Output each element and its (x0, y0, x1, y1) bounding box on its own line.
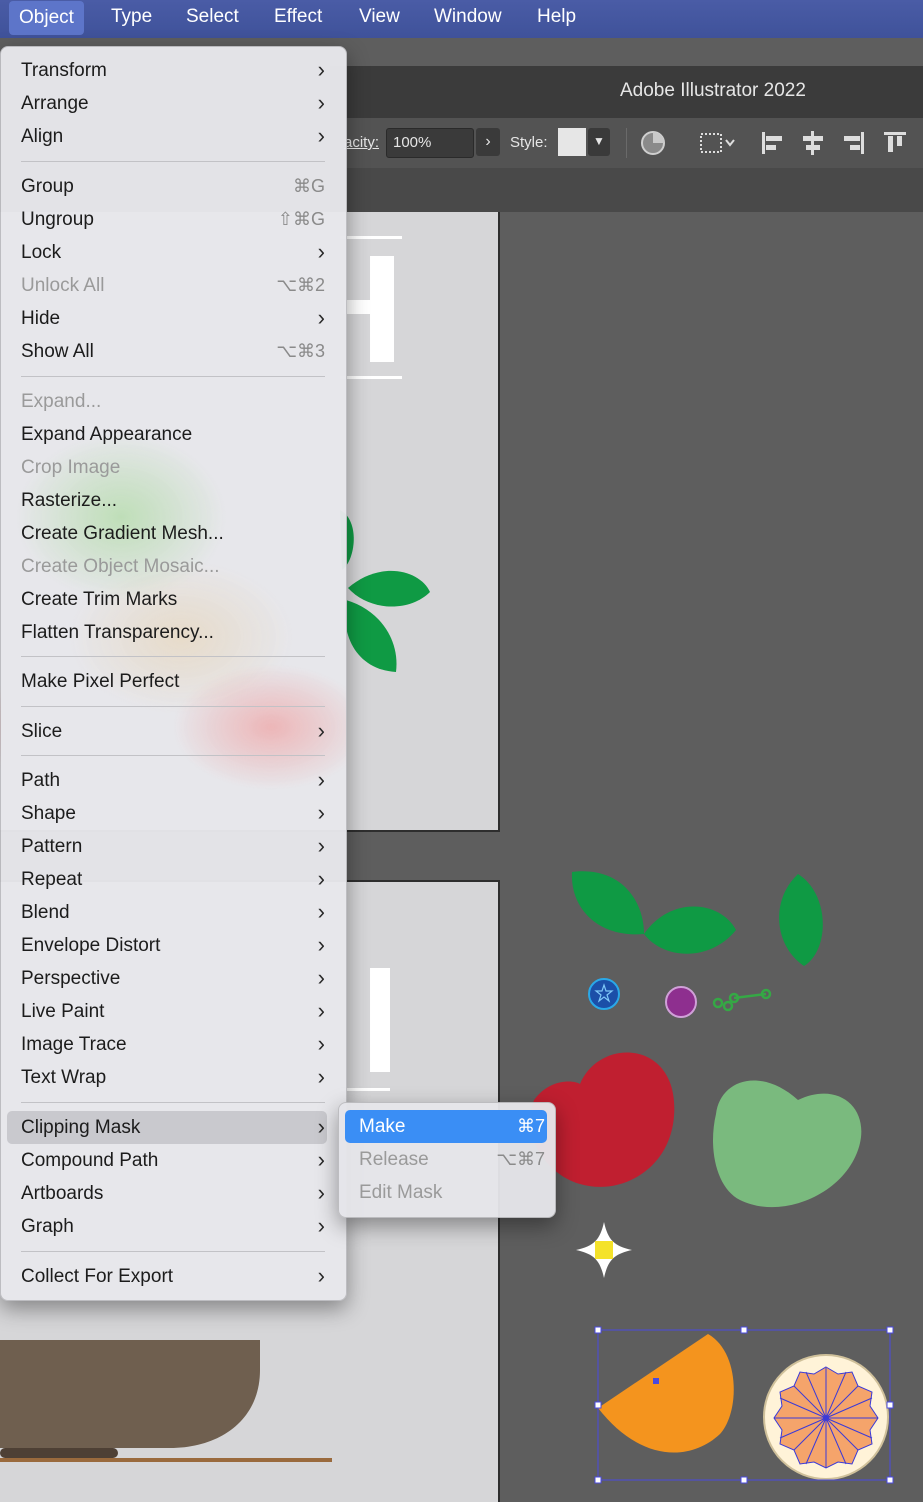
menu-item-slice[interactable]: Slice › (7, 715, 327, 748)
chevron-right-icon: › (317, 123, 325, 148)
menu-item-artboards[interactable]: Artboards › (7, 1177, 327, 1210)
sparkle-art (576, 1222, 632, 1278)
chevron-right-icon: › (317, 1147, 325, 1172)
window-titlebar: Adobe Illustrator 2022 (330, 66, 923, 118)
chevron-right-icon: › (317, 800, 325, 825)
chevron-right-icon: › (317, 833, 325, 858)
submenu-item-edit-mask: Edit Mask (359, 1182, 443, 1203)
menu-separator (21, 1102, 325, 1103)
menu-item-group[interactable]: Group ⌘G (7, 170, 327, 203)
menu-item-hide[interactable]: Hide › (7, 302, 327, 335)
menu-item-expand: Expand... (21, 391, 102, 412)
clipping-mask-submenu: Make ⌘7 Release ⌥⌘7 Edit Mask (338, 1102, 556, 1218)
chevron-right-icon: › (317, 1031, 325, 1056)
menu-item-make-pixel-perfect[interactable]: Make Pixel Perfect (7, 665, 327, 698)
menu-item-align[interactable]: Align › (7, 120, 327, 153)
apple-art (530, 1052, 862, 1208)
chevron-right-icon: › (317, 767, 325, 792)
style-label: Style: (510, 134, 548, 151)
window-title: Adobe Illustrator 2022 (620, 80, 806, 101)
object-menu: Transform › Arrange › Align › Group ⌘G Ungro… (0, 46, 347, 1301)
menu-help[interactable]: Help (527, 0, 586, 36)
menu-item-create-trim-marks[interactable]: Create Trim Marks (7, 583, 327, 616)
menu-item-live-paint[interactable]: Live Paint › (7, 995, 327, 1028)
recolor-artwork-icon[interactable] (640, 130, 666, 156)
style-swatch[interactable] (558, 128, 586, 156)
menu-select[interactable]: Select (176, 0, 249, 36)
chevron-right-icon: › (317, 1263, 325, 1288)
berries-art (588, 978, 772, 1018)
menu-item-rasterize[interactable]: Rasterize... (7, 484, 327, 517)
menu-separator (21, 755, 325, 756)
chevron-right-icon: › (317, 965, 325, 990)
leaves-art (571, 871, 823, 966)
menu-item-show-all[interactable]: Show All ⌥⌘3 (7, 335, 327, 368)
menu-effect[interactable]: Effect (264, 0, 332, 36)
menu-item-transform[interactable]: Transform › (7, 54, 327, 87)
menu-item-collect-for-export[interactable]: Collect For Export › (7, 1260, 327, 1293)
document-tab-bar (330, 168, 923, 212)
chevron-right-icon: › (317, 239, 325, 264)
align-top-icon[interactable] (882, 130, 908, 156)
style-dropdown-chevron-icon[interactable]: ▼ (588, 128, 610, 156)
align-to-selection-icon[interactable] (698, 130, 738, 156)
chevron-right-icon: › (317, 866, 325, 891)
submenu-item-release: Release ⌥⌘7 (359, 1149, 545, 1170)
menu-item-unlock-all: Unlock All ⌥⌘2 (21, 275, 325, 296)
chevron-right-icon: › (317, 1180, 325, 1205)
menu-item-path[interactable]: Path › (7, 764, 327, 797)
chevron-right-icon: › (317, 305, 325, 330)
menu-separator (21, 376, 325, 377)
opacity-value: 100% (393, 134, 432, 151)
menu-item-perspective[interactable]: Perspective › (7, 962, 327, 995)
chevron-right-icon: › (317, 718, 325, 743)
menu-item-expand-appearance[interactable]: Expand Appearance (7, 418, 327, 451)
menu-item-ungroup[interactable]: Ungroup ⇧⌘G (7, 203, 327, 236)
chevron-right-icon: › (317, 899, 325, 924)
opacity-label: acity: (344, 134, 380, 151)
divider (626, 128, 627, 158)
chevron-right-icon: › (317, 1114, 325, 1139)
menu-item-create-gradient-mesh[interactable]: Create Gradient Mesh... (7, 517, 327, 550)
menu-item-blend[interactable]: Blend › (7, 896, 327, 929)
menu-separator (21, 1251, 325, 1252)
menu-item-repeat[interactable]: Repeat › (7, 863, 327, 896)
menu-item-graph[interactable]: Graph › (7, 1210, 327, 1243)
chevron-right-icon: › (317, 932, 325, 957)
chevron-right-icon: › (317, 998, 325, 1023)
control-bar: acity: 100% › Style: ▼ (330, 118, 923, 168)
chevron-right-icon: › (317, 57, 325, 82)
menu-item-text-wrap[interactable]: Text Wrap › (7, 1061, 327, 1094)
menu-separator (21, 161, 325, 162)
menu-separator (21, 706, 325, 707)
chevron-right-icon: › (317, 1213, 325, 1238)
menu-separator (21, 656, 325, 657)
menu-item-image-trace[interactable]: Image Trace › (7, 1028, 327, 1061)
opacity-input[interactable]: 100% (386, 128, 474, 158)
menu-item-clipping-mask[interactable]: Clipping Mask › (7, 1111, 327, 1144)
opacity-arrow-button[interactable]: › (476, 128, 500, 156)
menu-type[interactable]: Type (101, 0, 162, 36)
menu-item-lock[interactable]: Lock › (7, 236, 327, 269)
menu-item-crop-image: Crop Image (21, 457, 121, 478)
selected-orange-art[interactable] (590, 1322, 900, 1490)
menu-item-shape[interactable]: Shape › (7, 797, 327, 830)
menu-item-pattern[interactable]: Pattern › (7, 830, 327, 863)
menu-item-arrange[interactable]: Arrange › (7, 87, 327, 120)
menu-item-create-object-mosaic: Create Object Mosaic... (21, 556, 220, 577)
menu-object[interactable]: Object (9, 1, 84, 35)
bowl-art (0, 1340, 332, 1462)
menu-bar: Object Type Select Effect View Window He… (0, 0, 923, 38)
submenu-item-make[interactable]: Make ⌘7 (345, 1110, 547, 1143)
menu-item-flatten-transparency[interactable]: Flatten Transparency... (7, 616, 327, 649)
menu-window[interactable]: Window (424, 0, 512, 36)
align-left-icon[interactable] (760, 130, 786, 156)
menu-item-envelope-distort[interactable]: Envelope Distort › (7, 929, 327, 962)
align-right-icon[interactable] (840, 130, 866, 156)
chevron-right-icon: › (317, 1064, 325, 1089)
menu-view[interactable]: View (349, 0, 410, 36)
align-horizontal-center-icon[interactable] (800, 130, 826, 156)
chevron-right-icon: › (317, 90, 325, 115)
menu-item-compound-path[interactable]: Compound Path › (7, 1144, 327, 1177)
